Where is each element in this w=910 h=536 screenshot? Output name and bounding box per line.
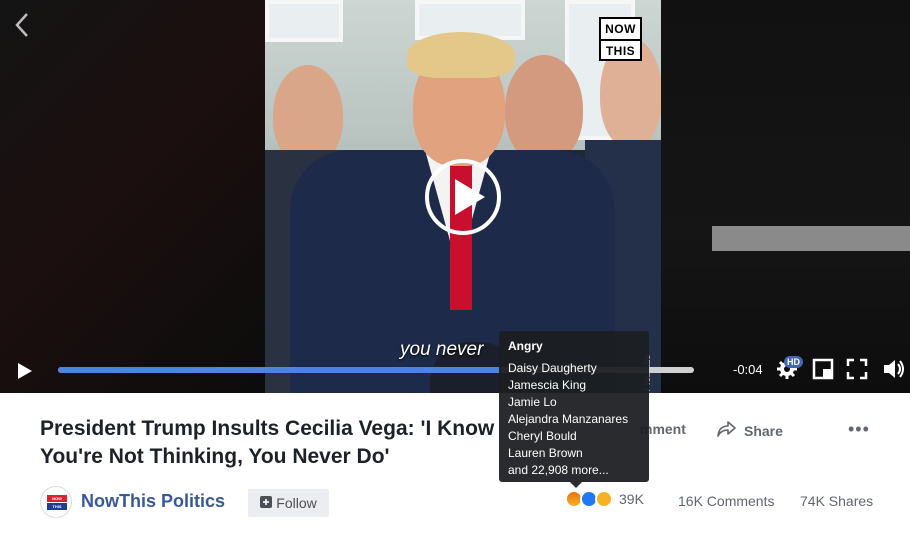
share-button[interactable]: Share <box>716 420 783 441</box>
tooltip-name: Alejandra Manzanares <box>508 412 629 426</box>
background-person <box>505 55 583 163</box>
progress-fill <box>58 367 504 373</box>
logo-divider <box>601 39 640 41</box>
tooltip-arrow <box>570 482 582 488</box>
video-backdrop-left <box>0 0 265 393</box>
tooltip-more: and 22,908 more... <box>508 463 609 477</box>
video-backdrop-right <box>661 0 910 393</box>
tooltip-name: Jamescia King <box>508 378 587 392</box>
reactions-summary[interactable]: 39K <box>565 490 644 508</box>
video-controls: -0:04 <box>0 350 910 393</box>
minimize-icon[interactable] <box>812 358 834 385</box>
speaker-hair <box>407 32 515 78</box>
nowthis-logo: NOW THIS <box>599 17 642 61</box>
tooltip-title: Angry <box>508 339 543 353</box>
tooltip-name: Jamie Lo <box>508 395 557 409</box>
comments-count[interactable]: 16K Comments <box>678 493 774 509</box>
tooltip-name: Cheryl Bould <box>508 429 577 443</box>
more-options-button[interactable]: ••• <box>848 419 870 440</box>
tooltip-name: Lauren Brown <box>508 446 583 460</box>
tooltip-name: Daisy Daugherty <box>508 361 597 375</box>
fullscreen-icon[interactable] <box>846 358 868 385</box>
logo-text-bottom: THIS <box>605 44 636 58</box>
avatar-bottom-band: THIS <box>47 503 67 510</box>
hd-badge: HD <box>784 356 803 368</box>
avatar[interactable]: NOW THIS <box>40 486 72 518</box>
volume-icon[interactable] <box>882 358 906 385</box>
plus-icon <box>260 495 273 511</box>
share-label: Share <box>744 422 783 439</box>
reaction-tooltip: Angry Daisy Daugherty Jamescia King Jami… <box>499 331 649 482</box>
gray-bar <box>712 226 910 251</box>
haha-reaction-icon[interactable] <box>595 490 613 508</box>
play-icon[interactable] <box>425 159 501 235</box>
video-player[interactable]: NOW THIS The White House / YouTube you n… <box>0 0 910 393</box>
shares-count[interactable]: 74K Shares <box>800 493 873 509</box>
video-title: President Trump Insults Cecilia Vega: 'I… <box>40 417 495 468</box>
reactions-count[interactable]: 39K <box>619 491 644 507</box>
play-icon[interactable] <box>17 362 33 385</box>
share-arrow-icon <box>716 420 736 441</box>
avatar-text-bottom: THIS <box>52 504 62 509</box>
avatar-top-band: NOW <box>47 495 67 502</box>
follow-label: Follow <box>276 495 317 511</box>
post-details: President Trump Insults Cecilia Vega: 'I… <box>0 393 910 536</box>
page-name-link[interactable]: NowThis Politics <box>81 491 225 512</box>
avatar-text-top: NOW <box>52 496 62 501</box>
time-remaining: -0:04 <box>733 362 763 377</box>
follow-button[interactable]: Follow <box>248 489 329 517</box>
background-window <box>265 0 343 42</box>
chevron-left-icon[interactable] <box>12 10 32 40</box>
logo-text-top: NOW <box>605 22 636 36</box>
